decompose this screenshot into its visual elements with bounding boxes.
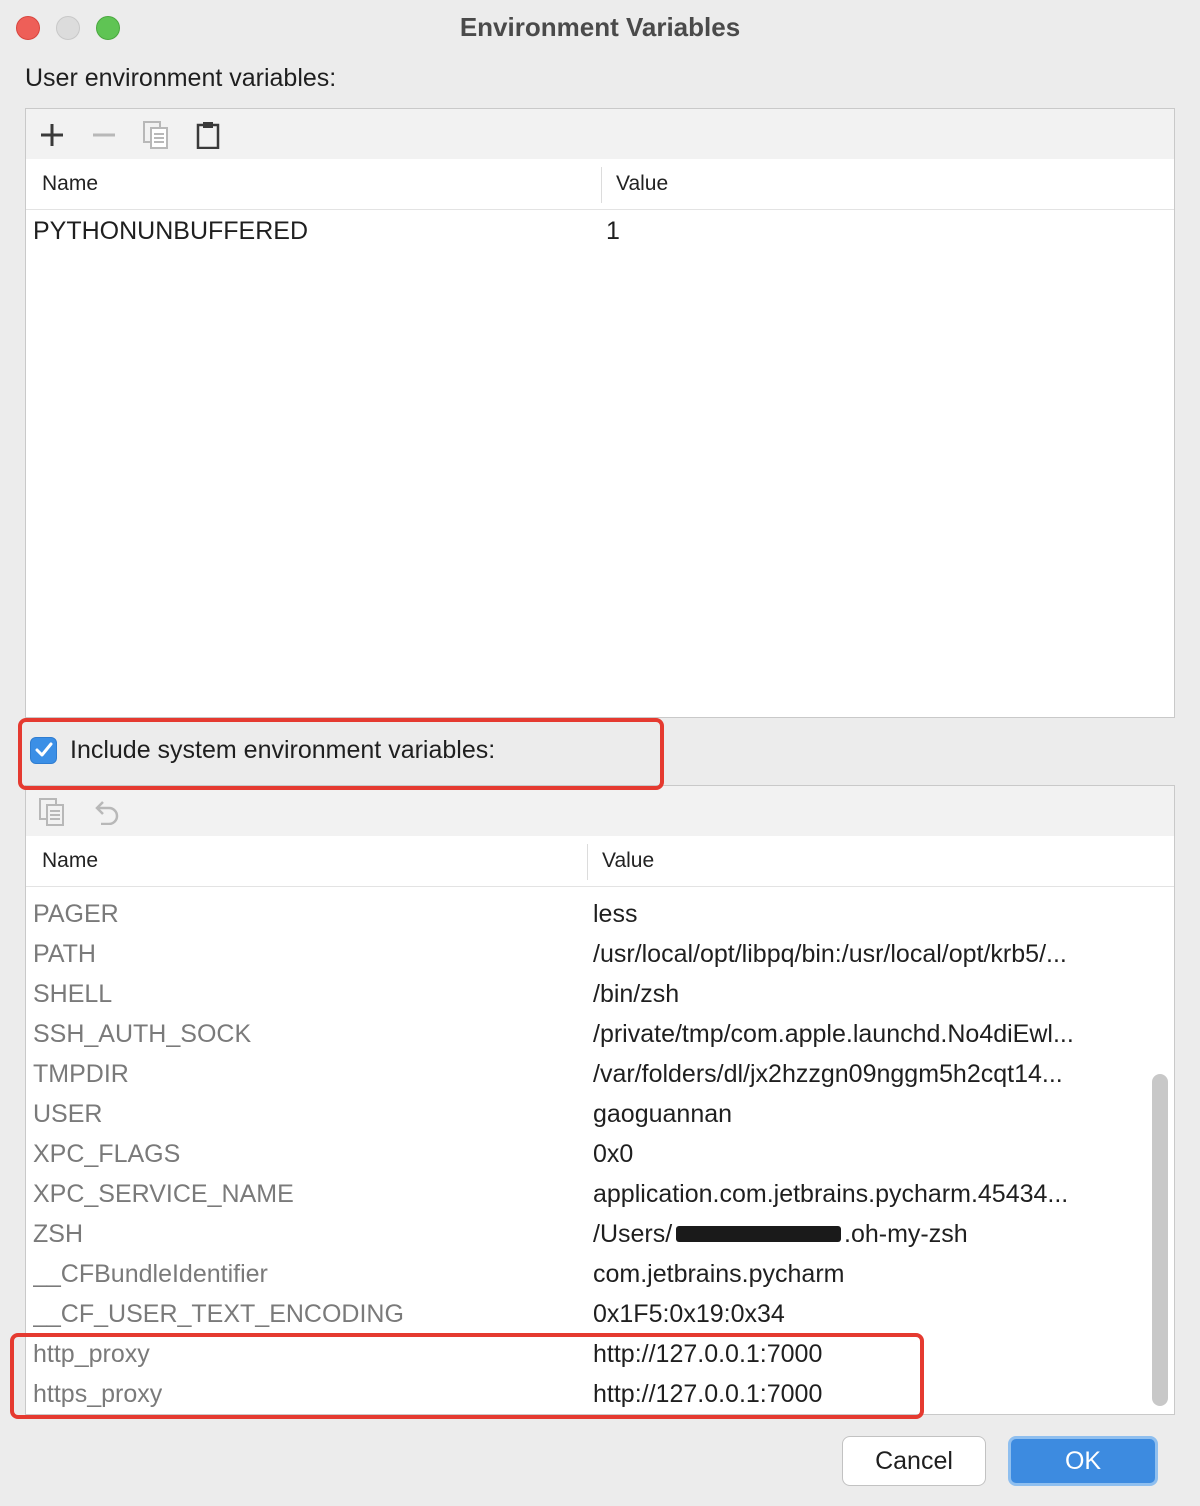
- include-system-env-label[interactable]: Include system environment variables:: [70, 736, 495, 765]
- column-divider[interactable]: [587, 844, 588, 880]
- env-value: 1: [606, 217, 620, 245]
- table-row[interactable]: SSH_AUTH_SOCK/private/tmp/com.apple.laun…: [26, 1014, 1174, 1054]
- paste-icon[interactable]: [188, 115, 228, 155]
- user-env-table-header: Name Value: [26, 159, 1174, 210]
- table-row[interactable]: PYTHONUNBUFFERED 1: [26, 211, 1174, 251]
- table-row[interactable]: http_proxy http://127.0.0.1:7000: [26, 1334, 1174, 1374]
- redacted-text: [676, 1226, 841, 1242]
- env-name: __CF_USER_TEXT_ENCODING: [33, 1300, 404, 1328]
- table-row[interactable]: ZSH/Users/.oh-my-zsh: [26, 1214, 1174, 1254]
- scrollbar-thumb[interactable]: [1152, 1074, 1168, 1406]
- env-value: gaoguannan: [593, 1100, 733, 1128]
- undo-icon[interactable]: [86, 792, 126, 832]
- env-name: SSH_AUTH_SOCK: [33, 1020, 252, 1048]
- include-system-env-checkbox[interactable]: [30, 736, 57, 764]
- copy-icon[interactable]: [136, 115, 176, 155]
- env-value: http://127.0.0.1:7000: [593, 1340, 823, 1368]
- user-env-label: User environment variables:: [25, 64, 337, 92]
- env-value: /bin/zsh: [593, 980, 680, 1008]
- checkmark-icon: [35, 742, 52, 757]
- env-name: https_proxy: [33, 1380, 163, 1408]
- include-system-env-checkbox-row[interactable]: Include system environment variables:: [30, 734, 495, 766]
- system-env-panel: Name Value PAGER less PATH/usr/local/opt/l…: [25, 785, 1175, 1415]
- title-bar: Environment Variables: [0, 0, 1200, 56]
- minus-icon[interactable]: [84, 115, 124, 155]
- window-title: Environment Variables: [459, 12, 741, 42]
- env-value: /private/tmp/com.apple.launchd.No4diEwl.…: [593, 1020, 1074, 1048]
- system-env-table-header: Name Value: [26, 836, 1174, 887]
- env-name: XPC_FLAGS: [33, 1140, 181, 1168]
- column-divider[interactable]: [601, 167, 602, 203]
- table-row[interactable]: XPC_SERVICE_NAME application.com.jetbrain…: [26, 1174, 1174, 1214]
- table-row[interactable]: XPC_FLAGS 0x0: [26, 1134, 1174, 1174]
- table-row[interactable]: SHELL/bin/zsh: [26, 974, 1174, 1014]
- env-name: TMPDIR: [33, 1060, 129, 1088]
- env-name: PYTHONUNBUFFERED: [33, 217, 309, 245]
- ok-button[interactable]: OK: [1008, 1436, 1158, 1486]
- table-row[interactable]: TMPDIR/var/folders/dl/jx2hzzgn09nggm5h2c…: [26, 1054, 1174, 1094]
- env-value-suffix: .oh-my-zsh: [844, 1220, 968, 1248]
- env-name: http_proxy: [33, 1340, 150, 1368]
- env-name: PAGER: [33, 900, 119, 928]
- table-row[interactable]: __CFBundleIdentifier com.jetbrains.pychar…: [26, 1254, 1174, 1294]
- env-name: SHELL: [33, 980, 113, 1008]
- env-value: 0x1F5:0x19:0x34: [593, 1300, 785, 1328]
- user-env-toolbar: [26, 109, 1174, 160]
- env-value: com.jetbrains.pycharm: [593, 1260, 845, 1288]
- scrollbar[interactable]: [1152, 1074, 1168, 1406]
- env-name: ZSH: [33, 1220, 83, 1248]
- env-name: __CFBundleIdentifier: [33, 1260, 268, 1288]
- column-header-name[interactable]: Name: [42, 159, 98, 209]
- table-row[interactable]: PAGER less: [26, 894, 1174, 934]
- env-value: less: [593, 900, 638, 928]
- system-env-toolbar: [26, 786, 1174, 837]
- copy-icon[interactable]: [32, 792, 72, 832]
- table-row[interactable]: PATH/usr/local/opt/libpq/bin:/usr/local/…: [26, 934, 1174, 974]
- user-env-panel: Name Value PYTHONUNBUFFERED 1: [25, 108, 1175, 718]
- env-value: /var/folders/dl/jx2hzzgn09nggm5h2cqt14..…: [593, 1060, 1063, 1088]
- env-value: http://127.0.0.1:7000: [593, 1380, 823, 1408]
- env-name: USER: [33, 1100, 103, 1128]
- env-name: PATH: [33, 940, 96, 968]
- env-value: /usr/local/opt/libpq/bin:/usr/local/opt/…: [593, 940, 1067, 968]
- env-value: 0x0: [593, 1140, 634, 1168]
- table-row[interactable]: https_proxy http://127.0.0.1:7000: [26, 1374, 1174, 1414]
- column-header-value[interactable]: Value: [602, 836, 654, 886]
- column-header-name[interactable]: Name: [42, 836, 98, 886]
- env-name: XPC_SERVICE_NAME: [33, 1180, 294, 1208]
- env-value: application.com.jetbrains.pycharm.45434.…: [593, 1180, 1069, 1208]
- column-header-value[interactable]: Value: [616, 159, 668, 209]
- table-row[interactable]: __CF_USER_TEXT_ENCODING 0x1F5:0x19:0x34: [26, 1294, 1174, 1334]
- cancel-button[interactable]: Cancel: [842, 1436, 986, 1486]
- plus-icon[interactable]: [32, 115, 72, 155]
- table-row[interactable]: USER gaoguannan: [26, 1094, 1174, 1134]
